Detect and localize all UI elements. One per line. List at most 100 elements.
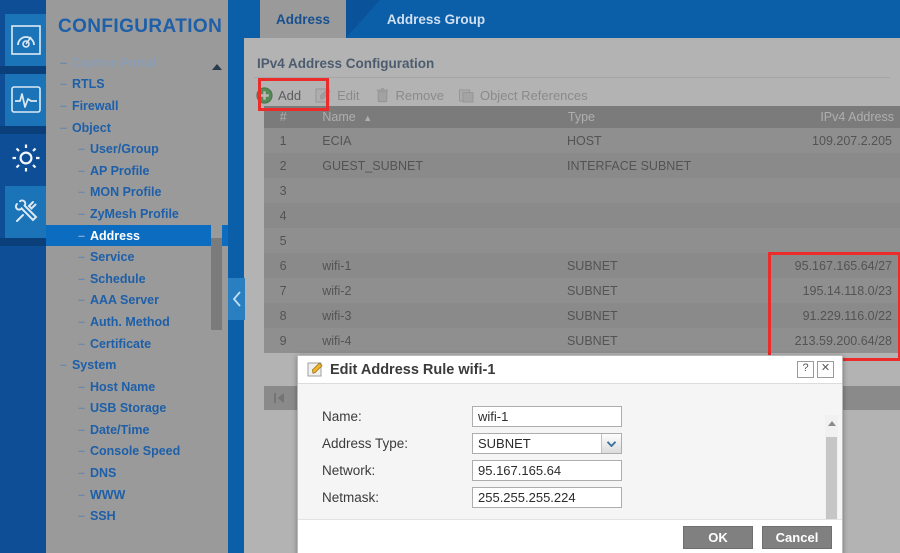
sidebar-scrollbar-thumb[interactable] — [211, 238, 222, 330]
dialog-title-bar: Edit Address Rule wifi-1 ? ✕ — [298, 356, 842, 383]
ok-button[interactable]: OK — [683, 525, 753, 549]
sidebar-item-label: Address — [89, 228, 140, 243]
address-type-field-label: Address Type: — [322, 436, 409, 451]
sidebar-item-label: RTLS — [71, 77, 105, 92]
tree-dash-icon: – — [78, 466, 85, 481]
sidebar-item-host-name[interactable]: – Host Name — [46, 376, 228, 398]
remove-button-label: Remove — [395, 87, 444, 103]
table-row[interactable]: 3 — [264, 178, 900, 203]
address-table: # Name ▲ Type IPv4 Address 1 ECIA HOST 109.… — [264, 106, 900, 353]
sidebar-collapse-button[interactable] — [228, 278, 245, 320]
column-header-type[interactable]: Type — [568, 110, 771, 124]
chevron-down-icon[interactable] — [601, 434, 621, 453]
netmask-field[interactable]: 255.255.255.224 — [472, 487, 622, 508]
cell-ipv4: 213.59.200.64/28 — [794, 333, 892, 348]
table-row[interactable]: 5 — [264, 228, 900, 253]
table-row[interactable]: 6 wifi-1 SUBNET 95.167.165.64/27 — [264, 253, 900, 278]
tree-dash-icon: – — [78, 142, 85, 157]
dashboard-icon[interactable] — [5, 14, 46, 66]
sidebar-item-auth-method[interactable]: – Auth. Method — [46, 311, 228, 333]
tree-dash-icon: – — [78, 250, 85, 265]
sidebar-item-console-speed[interactable]: – Console Speed — [46, 441, 228, 463]
dialog-help-button[interactable]: ? — [797, 361, 814, 378]
name-field[interactable]: wifi-1 — [472, 406, 622, 427]
column-header-name-label: Name — [322, 110, 356, 124]
tree-dash-icon: – — [78, 293, 85, 308]
cell-name: wifi-1 — [322, 258, 352, 273]
table-row[interactable]: 2 GUEST_SUBNET INTERFACE SUBNET — [264, 153, 900, 178]
sidebar-item-ap-profile[interactable]: – AP Profile — [46, 160, 228, 182]
sidebar-item-object[interactable]: – Object — [46, 117, 228, 139]
edit-address-rule-dialog: Edit Address Rule wifi-1 ? ✕ Name: wifi-… — [297, 355, 843, 553]
sidebar-item-label: MON Profile — [89, 185, 162, 200]
remove-button[interactable]: Remove — [374, 82, 444, 108]
scroll-up-arrow-icon[interactable] — [212, 64, 222, 70]
tree-dash-icon: – — [78, 422, 85, 437]
object-references-button[interactable]: Object References — [458, 82, 588, 108]
cancel-button[interactable]: Cancel — [762, 525, 832, 549]
column-header-index[interactable]: # — [264, 110, 302, 124]
maintenance-tools-icon[interactable] — [5, 186, 46, 238]
cell-num: 6 — [279, 258, 287, 273]
edit-button-label: Edit — [337, 87, 360, 103]
sidebar-item-user-group[interactable]: – User/Group — [46, 138, 228, 160]
sidebar-item-rtls[interactable]: – RTLS — [46, 74, 228, 96]
table-row[interactable]: 8 wifi-3 SUBNET 91.229.116.0/22 — [264, 303, 900, 328]
sidebar-item-date-time[interactable]: – Date/Time — [46, 419, 228, 441]
sidebar-item-captive-portal[interactable]: – Captive Portal — [46, 52, 228, 74]
title-divider — [254, 77, 890, 78]
cell-type: HOST — [566, 133, 602, 148]
tab-address-group[interactable]: Address Group — [346, 0, 526, 38]
sidebar-item-firewall[interactable]: – Firewall — [46, 95, 228, 117]
sidebar-item-label: Auth. Method — [89, 314, 170, 329]
first-page-icon[interactable] — [272, 391, 288, 405]
column-header-ipv4[interactable]: IPv4 Address — [771, 110, 900, 124]
table-row[interactable]: 9 wifi-4 SUBNET 213.59.200.64/28 — [264, 328, 900, 353]
monitor-icon[interactable] — [5, 74, 46, 126]
tree-dash-icon: – — [60, 98, 67, 113]
add-button[interactable]: Add — [256, 82, 301, 108]
cell-ipv4: 195.14.118.0/23 — [802, 283, 892, 298]
dialog-footer: OK Cancel — [298, 519, 842, 553]
sidebar-item-zymesh-profile[interactable]: – ZyMesh Profile — [46, 203, 228, 225]
sidebar-item-schedule[interactable]: – Schedule — [46, 268, 228, 290]
column-header-name[interactable]: Name ▲ — [302, 110, 568, 124]
scroll-up-arrow-icon[interactable] — [828, 421, 836, 426]
tree-dash-icon: – — [78, 401, 85, 416]
address-type-select[interactable]: SUBNET — [472, 433, 622, 454]
tree-dash-icon: – — [60, 77, 67, 92]
table-row[interactable]: 1 ECIA HOST 109.207.2.205 — [264, 128, 900, 153]
tab-address[interactable]: Address — [260, 0, 346, 38]
dialog-scrollbar-thumb[interactable] — [826, 437, 837, 519]
sidebar-item-label: Firewall — [71, 98, 119, 113]
sidebar-item-www[interactable]: – WWW — [46, 484, 228, 506]
sidebar-item-usb-storage[interactable]: – USB Storage — [46, 398, 228, 420]
table-row[interactable]: 4 — [264, 203, 900, 228]
configuration-gear-icon[interactable] — [5, 132, 46, 184]
tree-dash-icon: – — [78, 206, 85, 221]
sidebar-item-mon-profile[interactable]: – MON Profile — [46, 182, 228, 204]
object-references-button-label: Object References — [479, 87, 588, 103]
collapse-minus-icon: – — [60, 120, 67, 135]
cell-type: INTERFACE SUBNET — [566, 158, 692, 173]
netmask-field-label: Netmask: — [322, 490, 380, 505]
sidebar-item-system[interactable]: – System — [46, 354, 228, 376]
sidebar-item-aaa-server[interactable]: – AAA Server — [46, 290, 228, 312]
sidebar-item-certificate[interactable]: – Certificate — [46, 333, 228, 355]
cell-ipv4: 109.207.2.205 — [812, 133, 892, 148]
dialog-close-button[interactable]: ✕ — [817, 361, 834, 378]
sidebar-item-service[interactable]: – Service — [46, 246, 228, 268]
edit-button[interactable]: Edit — [315, 82, 360, 108]
tab-bar: Address Address Group — [244, 0, 900, 38]
sidebar-item-ssh[interactable]: – SSH — [46, 505, 228, 527]
sidebar-item-label: USB Storage — [89, 401, 167, 416]
sidebar-item-dns[interactable]: – DNS — [46, 462, 228, 484]
sidebar: CONFIGURATION – Captive Portal – RTLS – Firew… — [46, 0, 228, 553]
sidebar-scrollbar[interactable] — [211, 60, 222, 350]
table-row[interactable]: 7 wifi-2 SUBNET 195.14.118.0/23 — [264, 278, 900, 303]
sidebar-item-address[interactable]: – Address — [46, 224, 228, 247]
sidebar-item-label: Host Name — [89, 379, 156, 394]
sidebar-item-label: Object — [71, 120, 111, 135]
sidebar-nav: – Captive Portal – RTLS – Firewall – Object – Use… — [46, 52, 228, 527]
network-field[interactable]: 95.167.165.64 — [472, 460, 622, 481]
